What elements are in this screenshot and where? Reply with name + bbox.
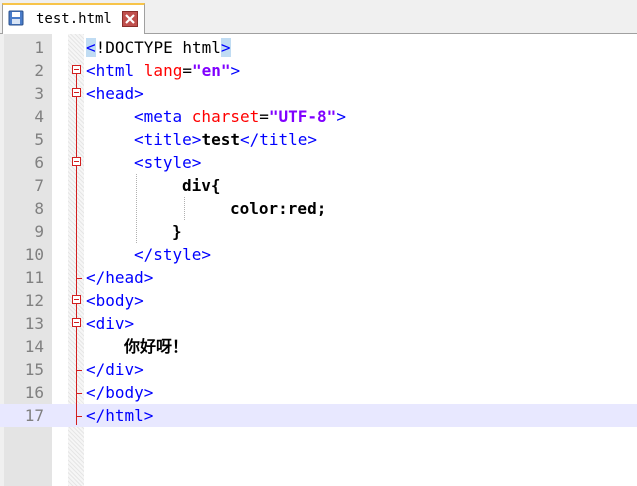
line-number: 2	[34, 61, 44, 80]
line-number: 6	[34, 153, 44, 172]
code-text: <style>	[134, 153, 202, 172]
code-editor[interactable]: 1 <!DOCTYPE html> 2 <html lang="en"> 3 <…	[0, 34, 637, 486]
tab-title: test.html	[36, 11, 112, 27]
line-number: 7	[34, 176, 44, 195]
code-line-3[interactable]: 3 <head>	[0, 82, 637, 105]
fold-toggle-body[interactable]	[72, 295, 81, 304]
code-line-1[interactable]: 1 <!DOCTYPE html>	[0, 36, 637, 59]
code-text: }	[172, 222, 182, 241]
line-number: 15	[24, 360, 44, 379]
code-text: </head>	[86, 268, 154, 287]
line-number: 16	[24, 383, 44, 402]
code-line-13[interactable]: 13 <div>	[0, 312, 637, 335]
code-line-9[interactable]: 9 }	[0, 220, 637, 243]
code-line-8[interactable]: 8 color:red;	[0, 197, 637, 220]
fold-toggle-head[interactable]	[72, 88, 81, 97]
line-number: 5	[34, 130, 44, 149]
code-text: </html>	[86, 406, 154, 425]
close-icon[interactable]	[122, 11, 138, 27]
code-text: 你好呀！	[124, 337, 189, 356]
code-line-11[interactable]: 11 </head>	[0, 266, 637, 289]
code-text: </body>	[86, 383, 154, 402]
line-number: 10	[24, 245, 44, 264]
indent-guide	[184, 197, 185, 220]
code-line-17-current[interactable]: 17 </html>	[0, 404, 637, 427]
code-line-10[interactable]: 10 </style>	[0, 243, 637, 266]
line-number: 14	[24, 337, 44, 356]
code-line-2[interactable]: 2 <html lang="en">	[0, 59, 637, 82]
fold-end-head	[76, 278, 82, 279]
code-line-15[interactable]: 15 </div>	[0, 358, 637, 381]
line-number: 1	[34, 38, 44, 57]
code-text: </style>	[134, 245, 212, 264]
line-number: 11	[24, 268, 44, 287]
fold-end-html	[76, 416, 82, 417]
line-number: 9	[34, 222, 44, 241]
code-text: <head>	[86, 84, 144, 103]
indent-guide	[136, 174, 137, 243]
fold-end-div	[76, 370, 82, 371]
code-line-4[interactable]: 4 <meta charset="UTF-8">	[0, 105, 637, 128]
fold-toggle-style[interactable]	[72, 157, 81, 166]
fold-line-html	[76, 74, 77, 425]
line-number: 13	[24, 314, 44, 333]
code-line-16[interactable]: 16 </body>	[0, 381, 637, 404]
line-number: 17	[24, 406, 44, 425]
code-text: <body>	[86, 291, 144, 310]
code-text: color:red;	[230, 199, 327, 218]
line-number: 8	[34, 199, 44, 218]
code-line-5[interactable]: 5 <title>test</title>	[0, 128, 637, 151]
code-text: <!DOCTYPE html>	[86, 38, 231, 57]
fold-toggle-div[interactable]	[72, 318, 81, 327]
code-text: div{	[182, 176, 221, 195]
line-number: 12	[24, 291, 44, 310]
code-text: <div>	[86, 314, 135, 333]
code-line-14[interactable]: 14 你好呀！	[0, 335, 637, 358]
line-number: 4	[34, 107, 44, 126]
code-text: <title>test</title>	[134, 130, 318, 149]
tab-test-html[interactable]: test.html	[2, 3, 145, 34]
code-text: <meta charset="UTF-8">	[134, 107, 346, 126]
fold-toggle-html[interactable]	[72, 65, 81, 74]
code-text: <html lang="en">	[86, 61, 241, 80]
code-text: </div>	[86, 360, 144, 379]
code-line-7[interactable]: 7 div{	[0, 174, 637, 197]
save-icon	[8, 10, 24, 26]
code-line-6[interactable]: 6 <style>	[0, 151, 637, 174]
fold-end-body	[76, 393, 82, 394]
code-line-12[interactable]: 12 <body>	[0, 289, 637, 312]
line-number: 3	[34, 84, 44, 103]
